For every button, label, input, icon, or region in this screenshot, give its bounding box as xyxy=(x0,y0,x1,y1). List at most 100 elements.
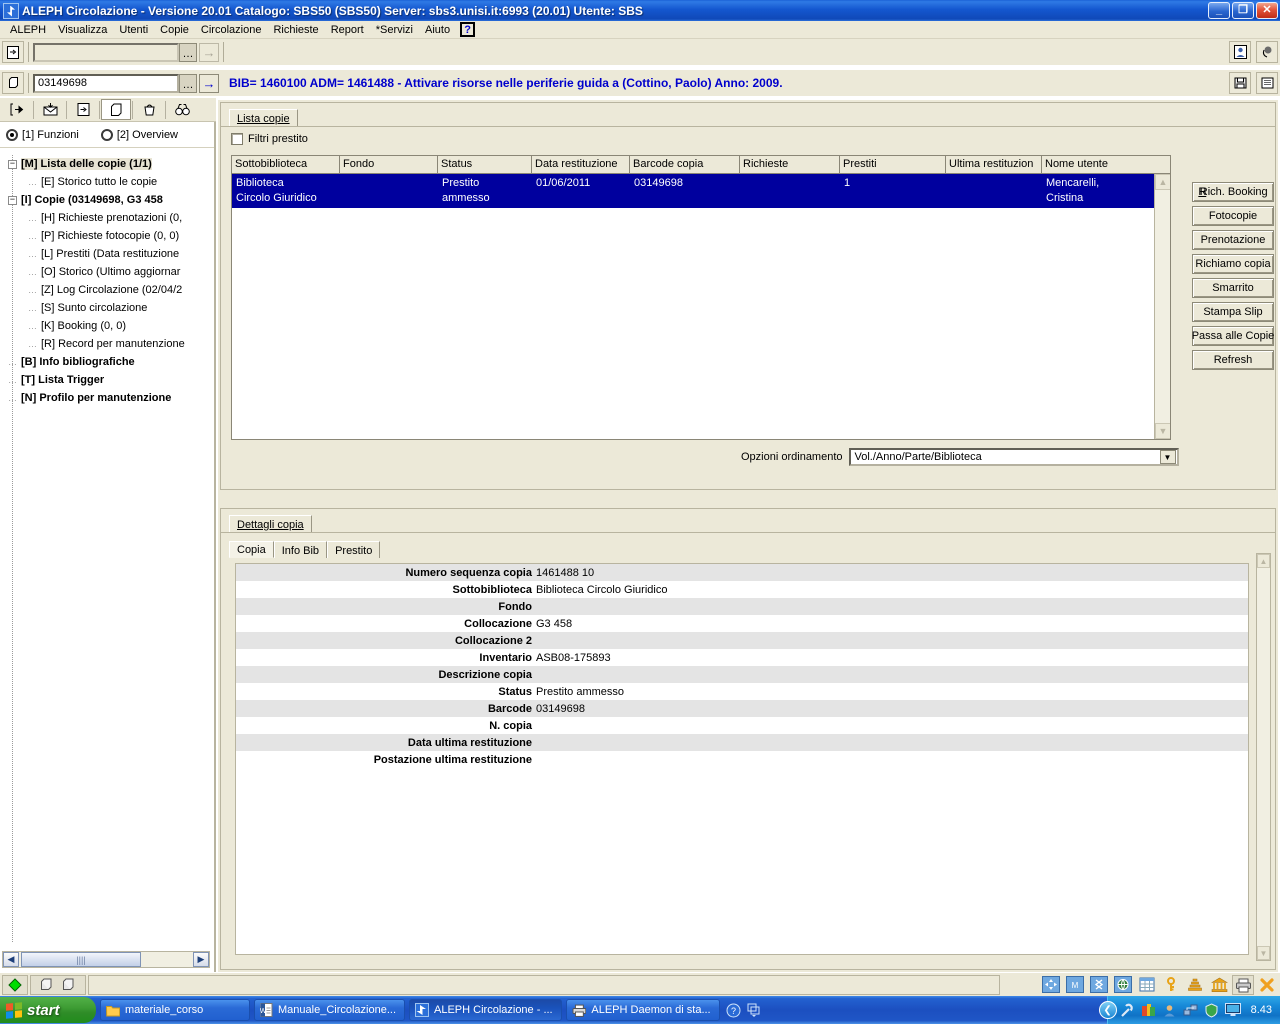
fotocopie-button[interactable]: Fotocopie xyxy=(1192,206,1274,226)
binoculars-icon[interactable] xyxy=(167,99,197,120)
bank-icon[interactable] xyxy=(1208,975,1230,995)
prenotazione-button[interactable]: Prenotazione xyxy=(1192,230,1274,250)
tree-expander-i[interactable]: − xyxy=(8,195,17,205)
column-header-sottobiblioteca[interactable]: Sottobiblioteca xyxy=(232,156,340,173)
close-button[interactable]: ✕ xyxy=(1256,2,1278,19)
tree-item-record-manutenzione[interactable]: … [R] Record per manutenzione xyxy=(0,335,214,353)
tree-item-storico-tutte[interactable]: … [E] Storico tutto le copie xyxy=(0,173,214,191)
start-button[interactable]: start xyxy=(0,997,96,1023)
headset-icon[interactable] xyxy=(1256,41,1278,63)
help-icon[interactable]: ? xyxy=(460,22,476,37)
restore-button[interactable]: ❐ xyxy=(1232,2,1254,19)
richiamo-copia-button[interactable]: Richiamo copia xyxy=(1192,254,1274,274)
scroll-thumb[interactable]: |||| xyxy=(21,952,141,967)
menu-item-utenti[interactable]: Utenti xyxy=(113,23,154,37)
details-scrollbar[interactable]: ▲ ▼ xyxy=(1256,553,1271,961)
system-clock[interactable]: 8.43 xyxy=(1251,1004,1272,1016)
copies-cube-icon[interactable] xyxy=(2,72,24,94)
catalog-search-input[interactable] xyxy=(33,42,179,62)
colorful-squares-icon[interactable] xyxy=(1141,1002,1157,1018)
shield-icon[interactable] xyxy=(1204,1002,1220,1018)
tree-item-log-circolazione[interactable]: … [Z] Log Circolazione (02/04/2 xyxy=(0,281,214,299)
save-icon[interactable] xyxy=(1229,72,1251,94)
show-hidden-icons-button[interactable]: ❮ xyxy=(1098,1001,1117,1019)
tree-item-booking[interactable]: … [K] Booking (0, 0) xyxy=(0,317,214,335)
tree-item-lista-trigger[interactable]: … [T] Lista Trigger xyxy=(0,371,214,389)
menu-item-aleph[interactable]: ALEPH xyxy=(4,23,52,37)
menu-item-richieste[interactable]: Richieste xyxy=(267,23,324,37)
tree-item-richieste-prenotazioni[interactable]: … [H] Richieste prenotazioni (0, xyxy=(0,209,214,227)
menu-item-visualizza[interactable]: Visualizza xyxy=(52,23,113,37)
menu-item-report[interactable]: Report xyxy=(325,23,370,37)
items-grid[interactable]: Sottobiblioteca Fondo Status Data restit… xyxy=(231,155,1171,440)
column-header-ultima-restituzione[interactable]: Ultima restituzion xyxy=(946,156,1042,173)
taskbar-item-aleph-circolazione[interactable]: ALEPH Circolazione - ... xyxy=(409,999,562,1021)
column-header-fondo[interactable]: Fondo xyxy=(340,156,438,173)
globe-icon[interactable] xyxy=(1112,975,1134,995)
tree-item-storico[interactable]: … [O] Storico (Ultimo aggiornar xyxy=(0,263,214,281)
tree-expander-m[interactable]: − xyxy=(8,159,17,169)
monitor-icon[interactable] xyxy=(1224,1002,1241,1018)
tree-item-info-bibliografiche[interactable]: … [B] Info bibliografiche xyxy=(0,353,214,371)
browse-button-row2[interactable]: … xyxy=(179,73,197,93)
basket-icon[interactable] xyxy=(134,99,164,120)
marc-icon[interactable]: M xyxy=(1064,975,1086,995)
radio-funzioni[interactable] xyxy=(6,128,18,141)
tab-lista-copie[interactable]: Lista copie xyxy=(229,109,298,126)
grid-scroll-down-button[interactable]: ▼ xyxy=(1155,423,1170,439)
column-header-prestiti[interactable]: Prestiti xyxy=(840,156,946,173)
taskbar-item-manuale-circolazione[interactable]: W Manuale_Circolazione... xyxy=(254,999,406,1021)
scroll-right-button[interactable]: ▶ xyxy=(193,952,209,967)
smarrito-button[interactable]: Smarrito xyxy=(1192,278,1274,298)
menu-item-servizi[interactable]: *Servizi xyxy=(370,23,419,37)
tree-item-prestiti[interactable]: … [L] Prestiti (Data restituzione xyxy=(0,245,214,263)
chevron-down-icon[interactable]: ▼ xyxy=(1159,450,1176,464)
key-icon[interactable] xyxy=(1160,975,1182,995)
close-x-icon[interactable] xyxy=(1256,975,1278,995)
browse-button-row1[interactable]: … xyxy=(179,42,197,62)
subtab-copia[interactable]: Copia xyxy=(229,541,274,558)
bracket-arrow-icon[interactable] xyxy=(2,99,32,120)
radio-overview[interactable] xyxy=(100,128,113,141)
list-icon[interactable] xyxy=(1256,72,1278,94)
subtab-prestito[interactable]: Prestito xyxy=(327,541,381,558)
go-button-row2[interactable]: → xyxy=(199,73,219,93)
person-icon[interactable] xyxy=(1162,1002,1178,1018)
subtab-info-bib[interactable]: Info Bib xyxy=(273,541,328,558)
filtri-prestito-checkbox[interactable] xyxy=(231,133,243,145)
grid-scroll-up-button[interactable]: ▲ xyxy=(1155,174,1170,190)
refresh-button[interactable]: Refresh xyxy=(1192,350,1274,370)
details-scroll-down-button[interactable]: ▼ xyxy=(1257,946,1270,960)
passa-alle-copie-button[interactable]: Passa alle Copie xyxy=(1192,326,1274,346)
menu-item-copie[interactable]: Copie xyxy=(154,23,195,37)
column-header-status[interactable]: Status xyxy=(438,156,532,173)
tree-item-copie[interactable]: − [I] Copie (03149698, G3 458 xyxy=(0,191,214,209)
details-scroll-up-button[interactable]: ▲ xyxy=(1257,554,1270,568)
taskbar-item-materiale-corso[interactable]: materiale_corso xyxy=(100,999,250,1021)
barcode-input[interactable] xyxy=(33,73,179,93)
page-arrow-icon-2[interactable] xyxy=(68,99,98,120)
key-tool-icon[interactable] xyxy=(1120,1002,1136,1018)
inbox-icon[interactable] xyxy=(35,99,65,120)
column-header-data-restituzione[interactable]: Data restituzione xyxy=(532,156,630,173)
network-icon[interactable] xyxy=(1183,1002,1199,1018)
help-icon-taskbar[interactable]: ? xyxy=(726,1002,742,1018)
column-header-richieste[interactable]: Richieste xyxy=(740,156,840,173)
tree-item-lista-copie[interactable]: − [M] Lista delle copie (1/1) xyxy=(0,155,214,173)
sidebar-horizontal-scrollbar[interactable]: ◀ |||| ▶ xyxy=(2,951,210,968)
minimize-button[interactable]: _ xyxy=(1208,2,1230,19)
stampa-slip-button[interactable]: Stampa Slip xyxy=(1192,302,1274,322)
copies-cube-icon-2[interactable] xyxy=(101,99,131,120)
windows-update-icon[interactable] xyxy=(746,1002,762,1018)
table-row[interactable]: Biblioteca Circolo Giuridico Prestito am… xyxy=(232,174,1170,208)
column-header-nome-utente[interactable]: Nome utente xyxy=(1042,156,1156,173)
menu-item-circolazione[interactable]: Circolazione xyxy=(195,23,268,37)
tree-item-sunto-circolazione[interactable]: … [S] Sunto circolazione xyxy=(0,299,214,317)
scroll-left-button[interactable]: ◀ xyxy=(3,952,19,967)
taskbar-item-aleph-daemon[interactable]: ALEPH Daemon di sta... xyxy=(565,999,720,1021)
tree-item-profilo-manutenzione[interactable]: … [N] Profilo per manutenzione xyxy=(0,389,214,407)
go-button-row1[interactable]: → xyxy=(199,42,219,62)
move-icon[interactable] xyxy=(1040,975,1062,995)
aleph-icon-status[interactable] xyxy=(1088,975,1110,995)
sort-options-select[interactable]: Vol./Anno/Parte/Biblioteca ▼ xyxy=(848,448,1179,466)
